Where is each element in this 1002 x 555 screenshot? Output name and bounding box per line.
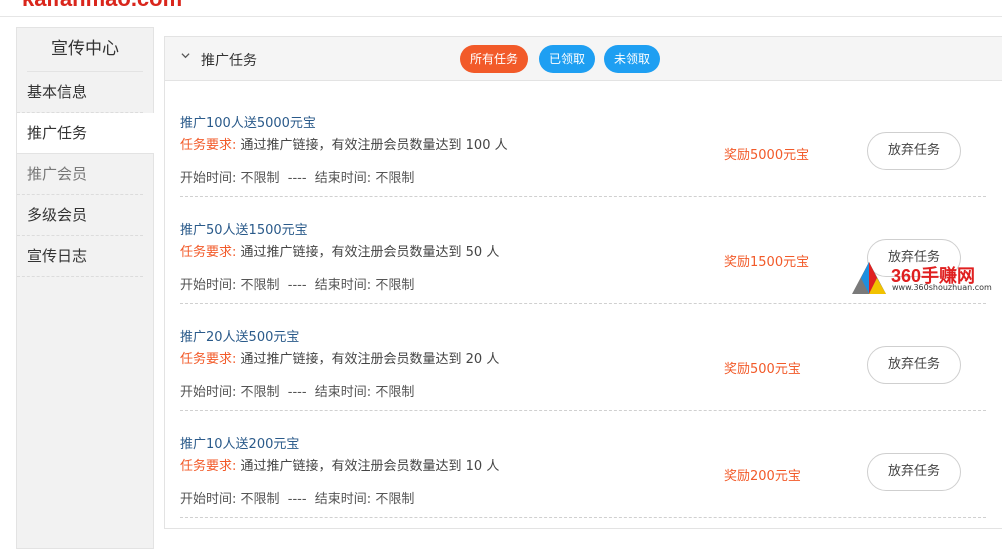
task-time: 开始时间: 不限制 ---- 结束时间: 不限制 (180, 385, 415, 400)
abandon-task-button[interactable]: 放弃任务 (867, 453, 961, 491)
task-title[interactable]: 推广20人送500元宝 (180, 326, 299, 345)
abandon-task-button[interactable]: 放弃任务 (867, 346, 961, 384)
filter-received-button[interactable]: 已领取 (539, 45, 595, 73)
sidebar-title: 宣传中心 (27, 28, 143, 72)
task-reward: 奖励1500元宝 (724, 255, 810, 270)
task-title[interactable]: 推广50人送1500元宝 (180, 219, 308, 238)
task-time: 开始时间: 不限制 ---- 结束时间: 不限制 (180, 492, 415, 507)
requirement-text: 通过推广链接，有效注册会员数量达到 20 人 (240, 352, 500, 367)
requirement-text: 通过推广链接，有效注册会员数量达到 100 人 (240, 138, 508, 153)
task-requirement: 任务要求: 通过推广链接，有效注册会员数量达到 50 人 (180, 241, 499, 260)
sidebar-item-basic-info[interactable]: 基本信息 (17, 72, 143, 113)
sidebar-item-promo-tasks[interactable]: 推广任务 (17, 113, 154, 154)
filter-all-tasks-button[interactable]: 所有任务 (460, 45, 528, 73)
task-reward: 奖励500元宝 (724, 362, 801, 377)
sidebar-item-multilevel-members[interactable]: 多级会员 (17, 195, 143, 236)
task-requirement: 任务要求: 通过推广链接，有效注册会员数量达到 10 人 (180, 455, 499, 474)
task-requirement: 任务要求: 通过推广链接，有效注册会员数量达到 100 人 (180, 134, 508, 153)
sidebar: 宣传中心 基本信息 推广任务 推广会员 多级会员 宣传日志 (16, 27, 154, 549)
task-time: 开始时间: 不限制 ---- 结束时间: 不限制 (180, 278, 415, 293)
abandon-task-button[interactable]: 放弃任务 (867, 132, 961, 170)
task-row: 推广100人送5000元宝 任务要求: 通过推广链接，有效注册会员数量达到 10… (180, 90, 986, 197)
requirement-text: 通过推广链接，有效注册会员数量达到 10 人 (240, 459, 500, 474)
top-bar: kaifanmao.com (0, 0, 1002, 17)
task-row: 推广10人送200元宝 任务要求: 通过推广链接，有效注册会员数量达到 10 人… (180, 411, 986, 518)
chevron-down-icon[interactable] (181, 51, 190, 60)
task-row: 推广20人送500元宝 任务要求: 通过推广链接，有效注册会员数量达到 20 人… (180, 304, 986, 411)
task-title[interactable]: 推广10人送200元宝 (180, 433, 299, 452)
task-reward: 奖励200元宝 (724, 469, 801, 484)
watermark-url: www.360shouzhuan.com (892, 283, 992, 292)
sidebar-item-promo-members[interactable]: 推广会员 (17, 154, 143, 195)
watermark: 360手赚网 www.360shouzhuan.com (850, 258, 1000, 298)
requirement-text: 通过推广链接，有效注册会员数量达到 50 人 (240, 245, 500, 260)
task-title[interactable]: 推广100人送5000元宝 (180, 112, 316, 131)
requirement-label: 任务要求: (180, 138, 237, 153)
watermark-logo-icon (852, 262, 886, 294)
requirement-label: 任务要求: (180, 459, 237, 474)
requirement-label: 任务要求: (180, 352, 237, 367)
requirement-label: 任务要求: (180, 245, 237, 260)
task-reward: 奖励5000元宝 (724, 148, 810, 163)
task-time: 开始时间: 不限制 ---- 结束时间: 不限制 (180, 171, 415, 186)
site-logo-text[interactable]: kaifanmao.com (22, 0, 182, 12)
sidebar-item-promo-log[interactable]: 宣传日志 (17, 236, 143, 277)
task-requirement: 任务要求: 通过推广链接，有效注册会员数量达到 20 人 (180, 348, 499, 367)
panel-title: 推广任务 (201, 53, 257, 69)
panel-header: 推广任务 所有任务 已领取 未领取 (165, 37, 1002, 81)
filter-unreceived-button[interactable]: 未领取 (604, 45, 660, 73)
